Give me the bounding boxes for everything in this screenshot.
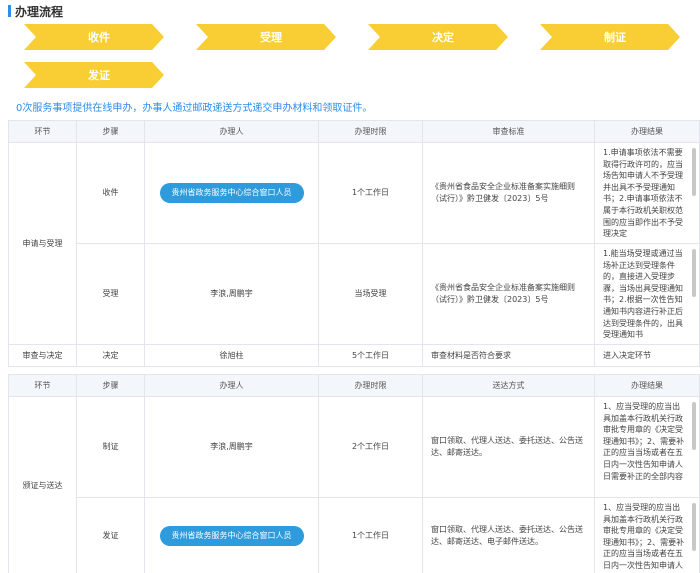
stage-cell: 审查与决定 <box>8 344 77 367</box>
step-cell: 决定 <box>76 344 145 367</box>
step-cell: 制证 <box>76 396 145 498</box>
standard-cell: 《贵州省食品安全企业标准备案实施细则（试行）》黔卫健发〔2023〕5号 <box>422 142 595 244</box>
time-cell: 2个工作日 <box>318 396 423 498</box>
table-row: 颁证与送达 制证 李浪,周鹏宇 2个工作日 窗口领取、代理人送达、委托送达、公告… <box>8 396 700 573</box>
header-standard: 审查标准 <box>422 120 595 143</box>
result-text: 1、应当受理的应当出具加盖本行政机关行政审批专用章的《决定受理通知书》；2、需要… <box>603 402 685 481</box>
header-step: 步骤 <box>76 374 145 397</box>
header-stage: 环节 <box>8 120 77 143</box>
step-cell: 发证 <box>76 497 145 573</box>
flow-step-decide: 决定 <box>368 24 508 50</box>
result-text: 1.能当场受理或通过当场补正达到受理条件的，直接进入受理步骤，当场出具受理通知书… <box>603 249 683 340</box>
flow-step-receive: 收件 <box>24 24 164 50</box>
time-cell: 1个工作日 <box>318 142 423 244</box>
header-delivery: 送达方式 <box>422 374 595 397</box>
result-cell: 1、应当受理的应当出具加盖本行政机关行政审批专用章的《决定受理通知书》；2、需要… <box>594 396 700 498</box>
delivery-cell: 窗口领取、代理人送达、委托送达、公告送达、邮寄送达、电子邮件送达。 <box>422 497 595 573</box>
result-cell: 1.能当场受理或通过当场补正达到受理条件的，直接进入受理步骤，当场出具受理通知书… <box>594 243 700 345</box>
standard-cell: 审查材料是否符合要求 <box>422 344 595 367</box>
result-scrollbar[interactable] <box>692 402 696 450</box>
result-scrollbar[interactable] <box>692 148 696 196</box>
header-handler: 办理人 <box>144 374 319 397</box>
handler-cell: 贵州省政务服务中心综合窗口人员 <box>144 497 319 573</box>
time-cell: 当场受理 <box>318 243 423 345</box>
header-time-limit: 办理时限 <box>318 120 423 143</box>
step-cell: 受理 <box>76 243 145 345</box>
flow-step-issue-cert: 发证 <box>24 62 164 88</box>
header-result: 办理结果 <box>594 120 700 143</box>
header-step: 步骤 <box>76 120 145 143</box>
header-stage: 环节 <box>8 374 77 397</box>
table-row: 发证 贵州省政务服务中心综合窗口人员 1个工作日 窗口领取、代理人送达、委托送达… <box>9 497 700 573</box>
result-cell: 1.申请事项依法不需要取得行政许可的，应当场告知申请人不予受理并出具不予受理通知… <box>594 142 700 244</box>
section-title-text: 办理流程 <box>15 4 64 19</box>
result-cell: 进入决定环节 <box>594 344 700 367</box>
header-result: 办理结果 <box>594 374 700 397</box>
result-scrollbar[interactable] <box>692 249 696 297</box>
flow-step-accept: 受理 <box>196 24 336 50</box>
handler-badge[interactable]: 贵州省政务服务中心综合窗口人员 <box>159 526 304 546</box>
step-cell: 收件 <box>76 142 145 244</box>
stage-cell: 颁证与送达 <box>8 396 77 573</box>
result-text: 1、应当受理的应当出具加盖本行政机关行政审批专用章的《决定受理通知书》；2、需要… <box>603 503 685 570</box>
header-handler: 办理人 <box>144 120 319 143</box>
result-cell: 1、应当受理的应当出具加盖本行政机关行政审批专用章的《决定受理通知书》；2、需要… <box>594 497 700 573</box>
delivery-cell: 窗口领取、代理人送达、委托送达、公告送达、邮寄送达。 <box>422 396 595 498</box>
standard-cell: 《贵州省食品安全企业标准备案实施细则（试行）》黔卫健发〔2023〕5号 <box>422 243 595 345</box>
handler-cell: 徐旭柱 <box>144 344 319 367</box>
time-cell: 1个工作日 <box>318 497 423 573</box>
result-scrollbar[interactable] <box>692 503 696 551</box>
handler-cell: 贵州省政务服务中心综合窗口人员 <box>144 142 319 244</box>
time-cell: 5个工作日 <box>318 344 423 367</box>
table-row: 申请与受理 收件 贵州省政务服务中心综合窗口人员 1个工作日 《贵州省食品安全企… <box>8 142 700 345</box>
handler-cell: 李浪,周鹏宇 <box>144 396 319 498</box>
result-text: 1.申请事项依法不需要取得行政许可的，应当场告知申请人不予受理并出具不予受理通知… <box>603 148 683 239</box>
process-table-2: 环节 步骤 办理人 办理时限 送达方式 办理结果 颁证与送达 制证 李浪,周鹏宇… <box>8 374 700 573</box>
header-time-limit: 办理时限 <box>318 374 423 397</box>
section-title: 办理流程 <box>8 4 64 19</box>
table-row: 受理 李浪,周鹏宇 当场受理 《贵州省食品安全企业标准备案实施细则（试行）》黔卫… <box>9 243 700 345</box>
stage-cell: 申请与受理 <box>8 142 77 345</box>
title-accent-bar <box>8 5 11 17</box>
table-row: 审查与决定 决定 徐旭柱 5个工作日 审查材料是否符合要求 进入决定环节 <box>8 344 700 367</box>
handler-cell: 李浪,周鹏宇 <box>144 243 319 345</box>
flow-step-make-cert: 制证 <box>540 24 680 50</box>
handler-badge[interactable]: 贵州省政务服务中心综合窗口人员 <box>159 183 304 203</box>
service-notice: 0次服务事项提供在线申办，办事人通过邮政递送方式递交申办材料和领取证件。 <box>16 103 373 114</box>
process-table-1: 环节 步骤 办理人 办理时限 审查标准 办理结果 申请与受理 收件 贵州省政务服… <box>8 120 700 367</box>
